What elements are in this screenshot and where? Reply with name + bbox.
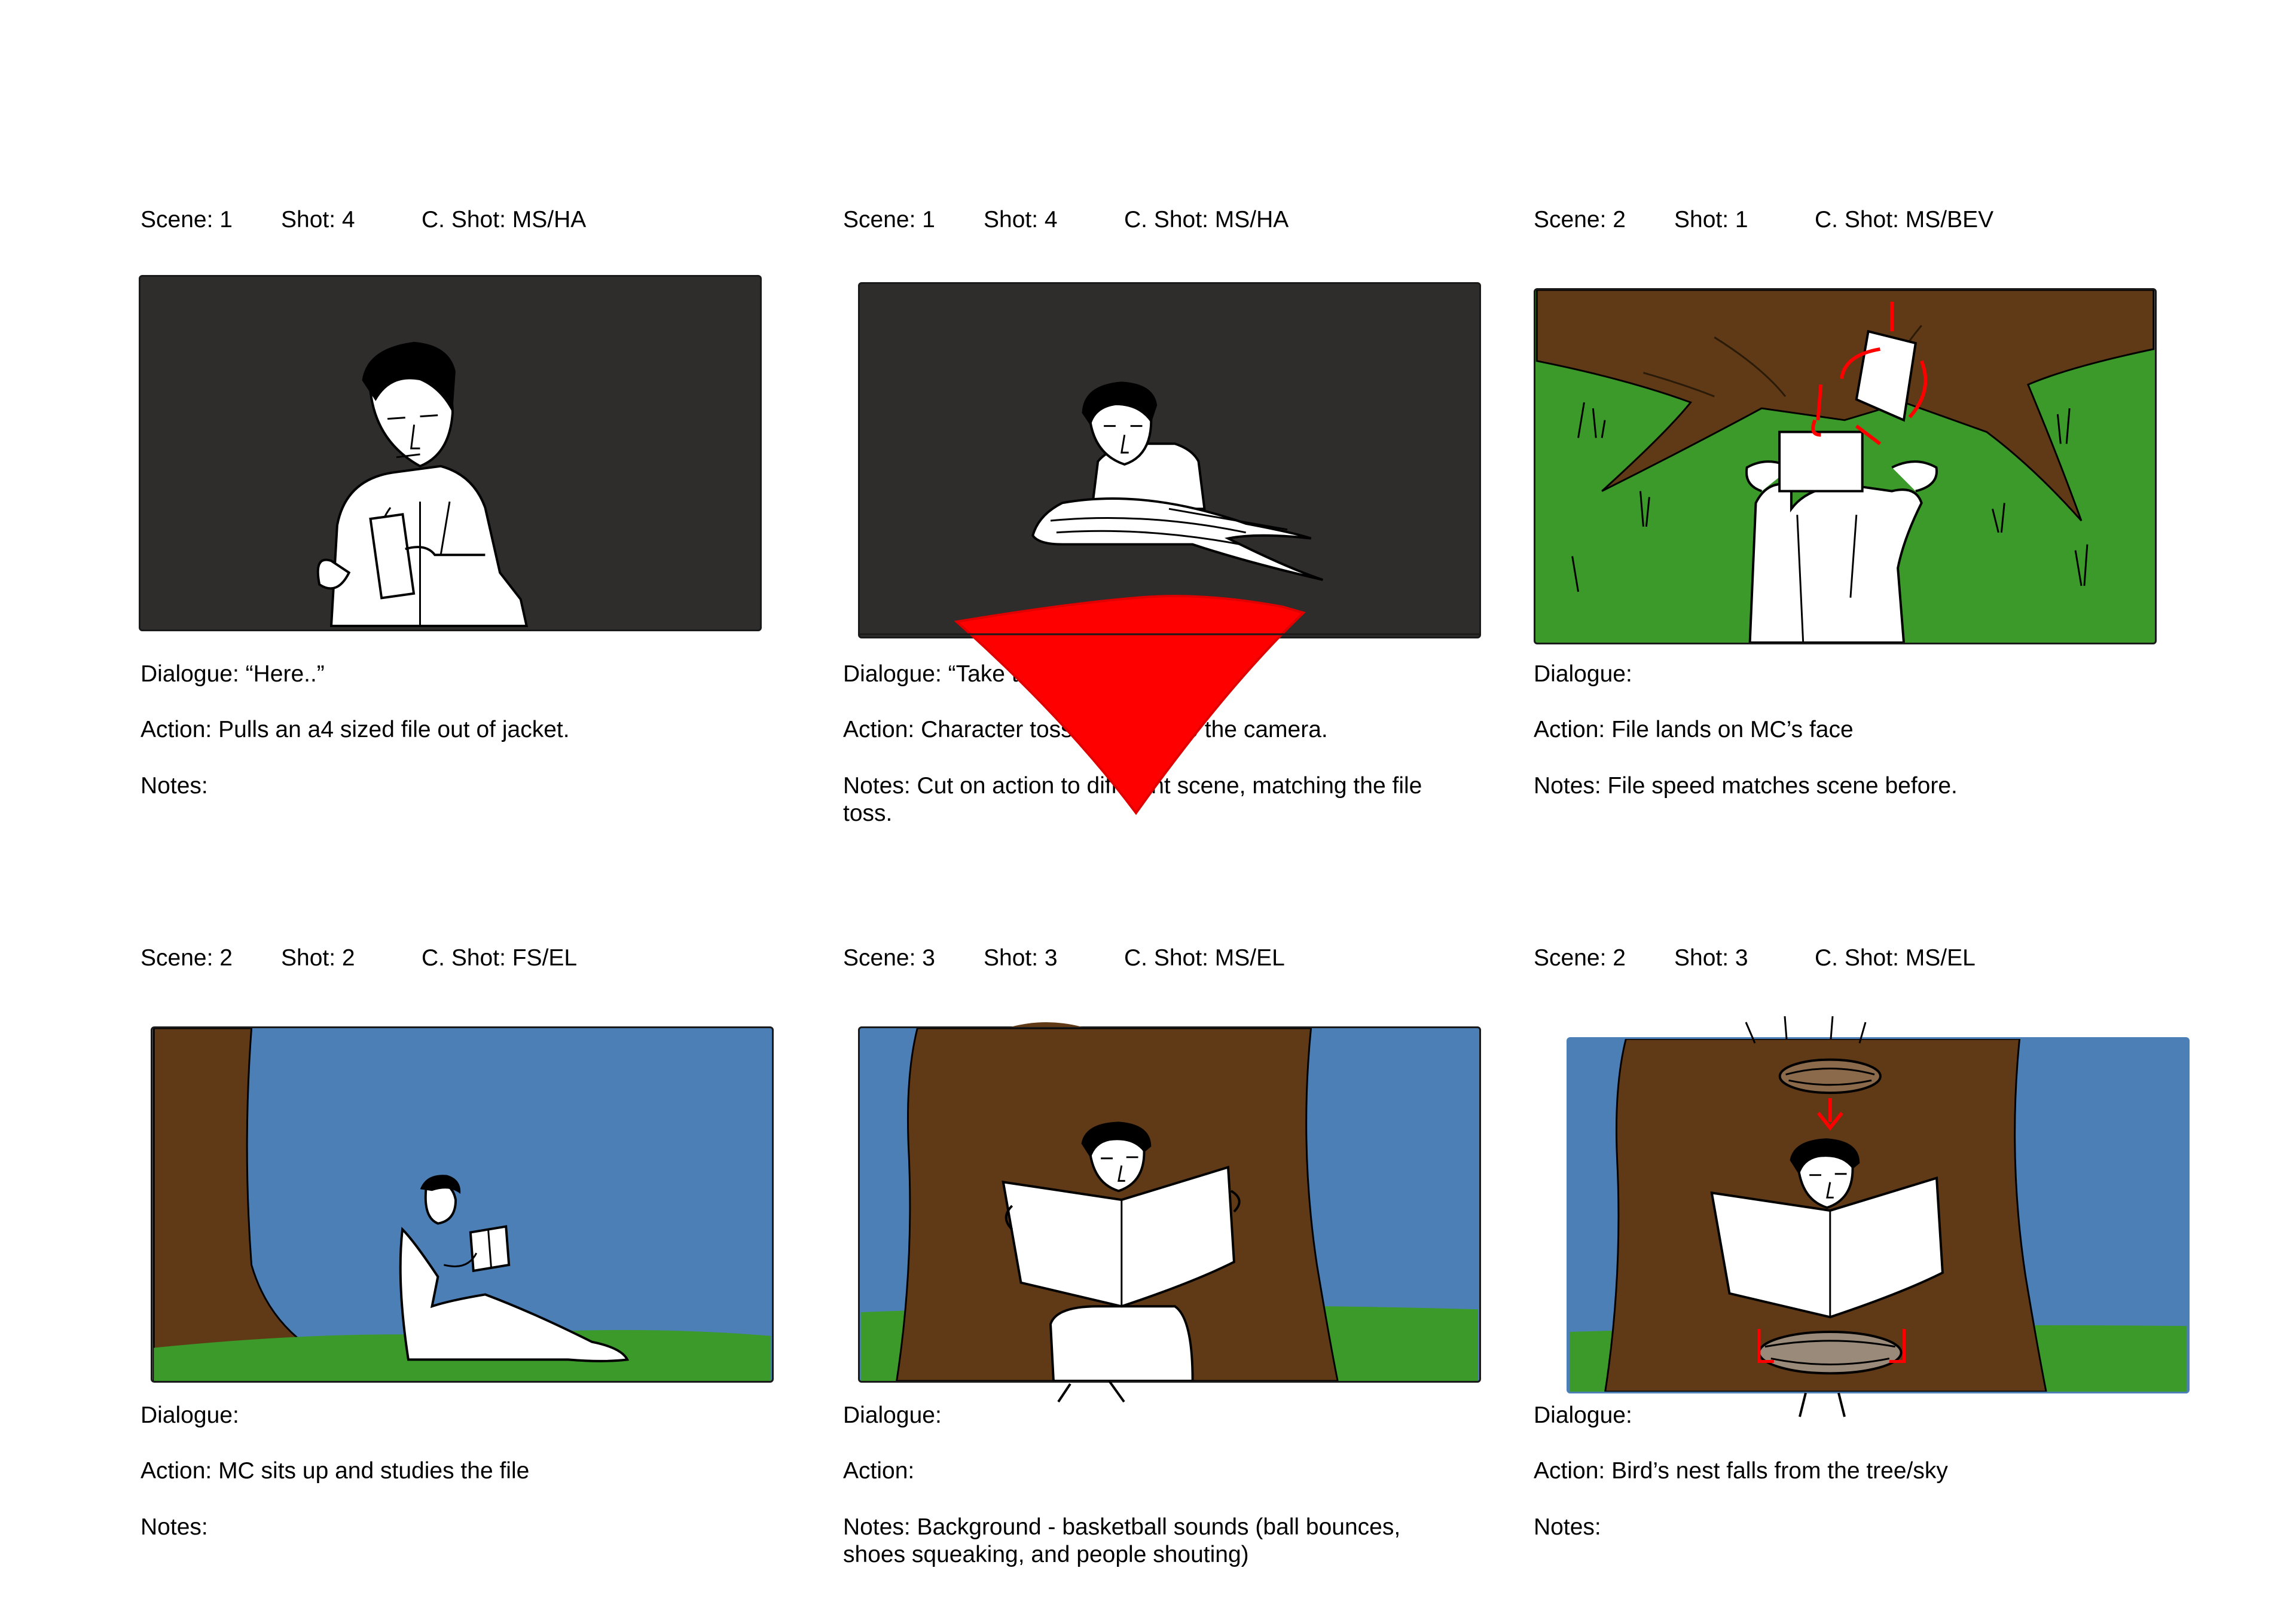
scene-label: Scene: 3 (843, 945, 935, 971)
sketch-frame (858, 282, 1481, 638)
camera-shot-label: C. Shot: MS/HA (1124, 207, 1289, 233)
action-line: Action: MC sits up and studies the file (141, 1458, 530, 1484)
action-line: Action: Bird’s nest falls from the tree/… (1534, 1458, 1948, 1484)
dialogue-line: Dialogue: (1534, 1402, 1632, 1428)
notes-line: Notes: File speed matches scene before. (1534, 773, 1958, 799)
mc-reading-newspaper-sketch (861, 1028, 1478, 1381)
dialogue-line: Dialogue: “Here..” (141, 661, 325, 687)
dialogue-line: Dialogue: (843, 1402, 942, 1428)
shot-label: Shot: 4 (984, 207, 1058, 233)
action-line: Action: (843, 1458, 915, 1484)
file-lands-on-face-sketch (1535, 290, 2155, 643)
notes-line: Notes: (141, 773, 208, 799)
notes-line: Notes: Background - basketball sounds (b… (843, 1514, 1401, 1567)
action-line: Action: Pulls an a4 sized file out of ja… (141, 717, 570, 742)
character-tossing-file-sketch (1031, 381, 1324, 581)
notes-line: Notes: (1534, 1514, 1601, 1540)
camera-shot-label: C. Shot: MS/BEV (1815, 207, 1994, 233)
legs-sketch (1057, 1380, 1125, 1403)
shot-label: Shot: 4 (281, 207, 355, 233)
shot-label: Shot: 2 (281, 945, 355, 971)
sketch-frame (1534, 288, 2157, 644)
dialogue-line: Dialogue: (1534, 661, 1632, 687)
dialogue-line: Dialogue: “Take this” (843, 661, 1056, 687)
shot-label: Shot: 1 (1674, 207, 1748, 233)
character-pulling-file-sketch (316, 341, 529, 628)
sketch-frame (139, 275, 762, 631)
scene-label: Scene: 2 (141, 945, 233, 971)
scene-label: Scene: 1 (843, 207, 935, 233)
camera-shot-label: C. Shot: MS/EL (1124, 945, 1285, 971)
nest-falling-sketch (1570, 1039, 2187, 1392)
legs-sketch (1799, 1392, 1846, 1417)
camera-shot-label: C. Shot: FS/EL (422, 945, 578, 971)
camera-shot-label: C. Shot: MS/HA (422, 207, 587, 233)
shot-label: Shot: 3 (984, 945, 1058, 971)
dialogue-line: Dialogue: (141, 1402, 239, 1428)
notes-line: Notes: Cut on action to different scene,… (843, 773, 1422, 826)
camera-shot-label: C. Shot: MS/EL (1815, 945, 1976, 971)
scene-label: Scene: 2 (1534, 207, 1626, 233)
sketch-frame (1567, 1037, 2190, 1393)
shot-label: Shot: 3 (1674, 945, 1748, 971)
scene-label: Scene: 2 (1534, 945, 1626, 971)
notes-line: Notes: (141, 1514, 208, 1540)
scene-label: Scene: 1 (141, 207, 233, 233)
action-line: Action: File lands on MC’s face (1534, 717, 1854, 742)
sketch-frame (151, 1026, 774, 1383)
mc-reading-under-tree-sketch (152, 1028, 771, 1381)
sketch-frame (858, 1026, 1481, 1383)
action-line: Action: Character tosses the file to the… (843, 717, 1328, 742)
